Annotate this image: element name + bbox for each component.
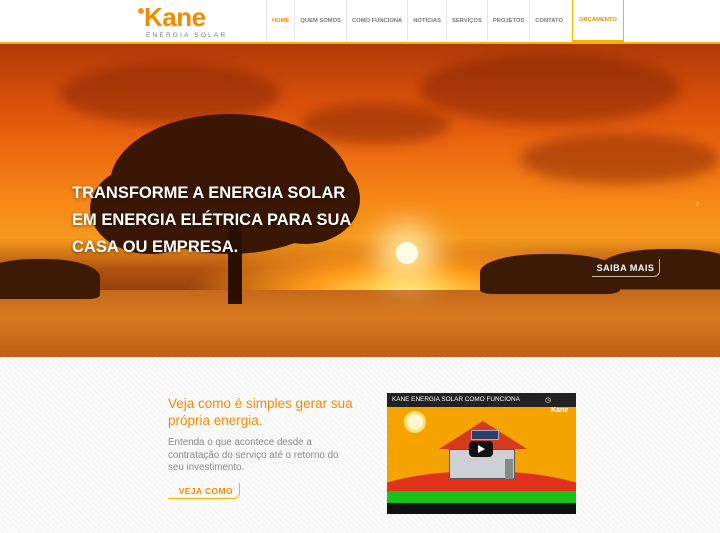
hero-title: TRANSFORME A ENERGIA SOLAR EM ENERGIA EL… [72, 184, 351, 256]
hero-sun [396, 242, 418, 264]
hero-slider: TRANSFORME A ENERGIA SOLAR EM ENERGIA EL… [0, 44, 720, 357]
nav-item-como-funciona[interactable]: COMO FUNCIONA [346, 0, 407, 42]
hero-field [0, 290, 720, 357]
hero-treeline [0, 259, 100, 299]
section-text: Entenda o que acontece desde a contrataç… [168, 437, 339, 473]
site-header: Kane ENERGIA SOLAR HOME QUEM SOMOS COMO … [0, 0, 720, 44]
nav-item-contato[interactable]: CONTATO [529, 0, 568, 42]
nav-orcamento-button[interactable]: ORÇAMENTO [571, 0, 624, 42]
how-it-works-section: Veja como é simples gerar sua própria en… [0, 357, 720, 533]
hero-cloud [300, 104, 450, 144]
logo-tagline: ENERGIA SOLAR [146, 32, 228, 39]
video-title: KANE ENERGIA SOLAR COMO FUNCIONA [392, 396, 520, 403]
saiba-mais-button[interactable]: SAIBA MAIS [592, 259, 660, 277]
nav-item-quem-somos[interactable]: QUEM SOMOS [294, 0, 346, 42]
play-icon[interactable] [469, 441, 493, 457]
nav-item-home[interactable]: HOME [266, 0, 294, 42]
hero-cloud [420, 54, 680, 124]
logo[interactable]: Kane ENERGIA SOLAR [138, 2, 228, 40]
video-green-band [387, 491, 576, 503]
house-door [505, 459, 513, 479]
play-triangle [477, 445, 485, 453]
video-logo: Kane [551, 407, 569, 414]
video-sun-icon [407, 414, 423, 430]
nav-item-noticias[interactable]: NOTÍCIAS [407, 0, 446, 42]
nav-item-projetos[interactable]: PROJETOS [486, 0, 529, 42]
veja-como-button[interactable]: VEJA COMO [168, 483, 240, 499]
logo-word: Kane [144, 2, 206, 32]
section-title: Veja como é simples gerar sua própria en… [168, 396, 353, 428]
video-player[interactable]: KANE ENERGIA SOLAR COMO FUNCIONA ◷ Kane [387, 393, 576, 514]
solar-panel-icon [471, 430, 499, 440]
main-nav: HOME QUEM SOMOS COMO FUNCIONA NOTÍCIAS S… [266, 0, 624, 42]
video-bottom-bar [387, 503, 576, 514]
nav-item-servicos[interactable]: SERVIÇOS [445, 0, 487, 42]
watch-later-icon[interactable]: ◷ [545, 396, 551, 404]
hero-cloud [520, 134, 720, 184]
chevron-right-icon[interactable]: › [696, 198, 699, 209]
